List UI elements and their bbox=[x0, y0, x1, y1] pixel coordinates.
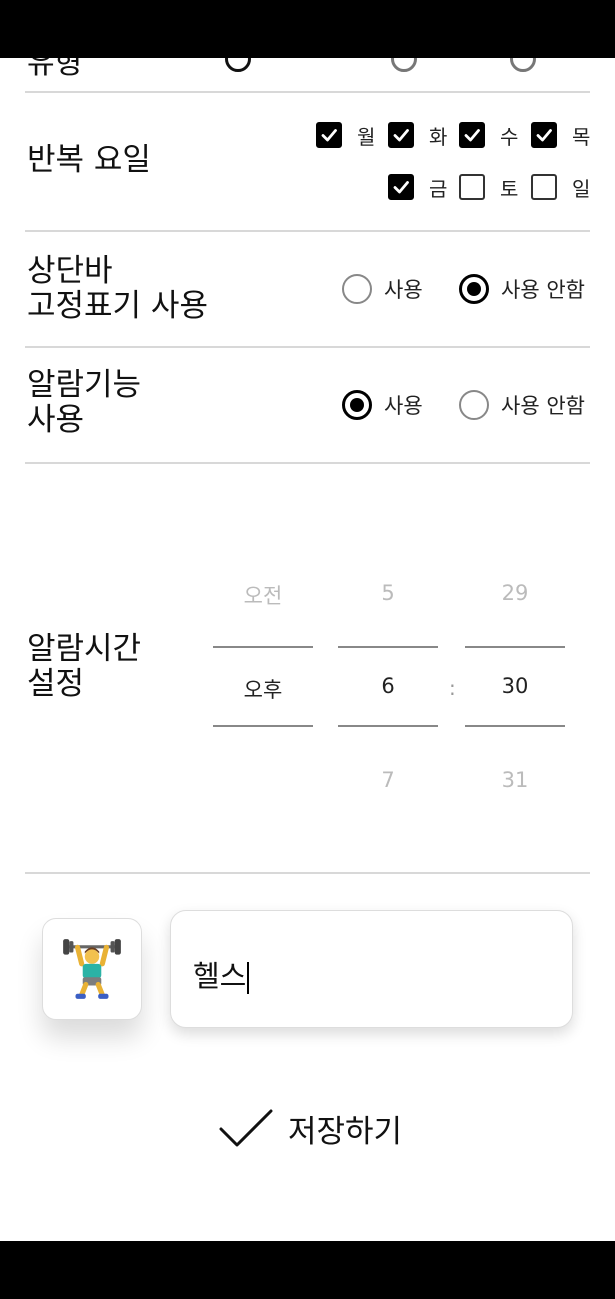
day-checkbox-sat[interactable]: 토 bbox=[459, 172, 518, 202]
divider bbox=[25, 91, 590, 93]
day-checkbox-fri[interactable]: 금 bbox=[388, 172, 447, 202]
status-bar bbox=[0, 0, 615, 58]
ampm-picker[interactable]: 오전 오후 bbox=[213, 560, 313, 810]
alarm-no-use-radio[interactable]: 사용 안함 bbox=[459, 389, 585, 421]
text-caret bbox=[247, 962, 250, 994]
checkbox-unchecked-icon bbox=[531, 174, 557, 200]
save-button[interactable]: 저장하기 bbox=[218, 1102, 402, 1154]
alarm-feature-label: 알람기능 사용 bbox=[27, 367, 142, 438]
ampm-selected: 오후 bbox=[243, 678, 283, 702]
divider bbox=[25, 230, 590, 232]
radio-off-icon bbox=[459, 390, 489, 420]
divider bbox=[25, 462, 590, 464]
save-label: 저장하기 bbox=[288, 1113, 403, 1150]
time-separator: : bbox=[449, 676, 456, 700]
checkbox-checked-icon bbox=[459, 122, 485, 148]
radio-on-icon bbox=[342, 390, 372, 420]
minute-picker[interactable]: 29 30 31 bbox=[465, 560, 565, 810]
hour-next: 7 bbox=[381, 768, 395, 792]
checkbox-unchecked-icon bbox=[459, 174, 485, 200]
hour-picker[interactable]: 5 6 7 bbox=[338, 560, 438, 810]
day-checkbox-thu[interactable]: 목 bbox=[531, 120, 590, 150]
ampm-prev: 오전 bbox=[243, 584, 283, 608]
hour-selected: 6 bbox=[381, 674, 395, 698]
alarm-use-radio[interactable]: 사용 bbox=[342, 389, 423, 421]
checkbox-checked-icon bbox=[316, 122, 342, 148]
divider bbox=[25, 872, 590, 874]
picker-line bbox=[338, 725, 438, 727]
day-checkbox-mon[interactable]: 월 bbox=[316, 120, 375, 150]
minute-prev: 29 bbox=[501, 581, 529, 605]
navigation-bar bbox=[0, 1241, 615, 1299]
alarm-time-label: 알람시간 설정 bbox=[27, 631, 142, 702]
weightlifter-emoji-icon bbox=[63, 939, 121, 999]
radio-off-icon bbox=[342, 274, 372, 304]
routine-name-value: 헬스 bbox=[193, 953, 250, 995]
checkbox-checked-icon bbox=[531, 122, 557, 148]
radio-on-icon bbox=[459, 274, 489, 304]
checkbox-checked-icon bbox=[388, 174, 414, 200]
picker-line bbox=[465, 646, 565, 648]
top-bar-pin-no-use-radio[interactable]: 사용 안함 bbox=[459, 273, 585, 305]
day-checkbox-wed[interactable]: 수 bbox=[459, 120, 518, 150]
minute-next: 31 bbox=[501, 768, 529, 792]
checkbox-checked-icon bbox=[388, 122, 414, 148]
routine-name-input[interactable]: 헬스 bbox=[170, 910, 573, 1028]
top-bar-pin-label: 상단바 고정표기 사용 bbox=[27, 253, 208, 324]
repeat-days-label: 반복 요일 bbox=[27, 142, 151, 178]
hour-prev: 5 bbox=[381, 581, 395, 605]
picker-line bbox=[338, 646, 438, 648]
day-checkbox-sun[interactable]: 일 bbox=[531, 172, 590, 202]
divider bbox=[25, 346, 590, 348]
picker-line bbox=[465, 725, 565, 727]
top-bar-pin-use-radio[interactable]: 사용 bbox=[342, 273, 423, 305]
minute-selected: 30 bbox=[501, 674, 529, 698]
picker-line bbox=[213, 725, 313, 727]
picker-line bbox=[213, 646, 313, 648]
check-icon bbox=[219, 1109, 273, 1147]
day-checkbox-tue[interactable]: 화 bbox=[388, 120, 447, 150]
routine-icon-button[interactable] bbox=[42, 918, 142, 1020]
